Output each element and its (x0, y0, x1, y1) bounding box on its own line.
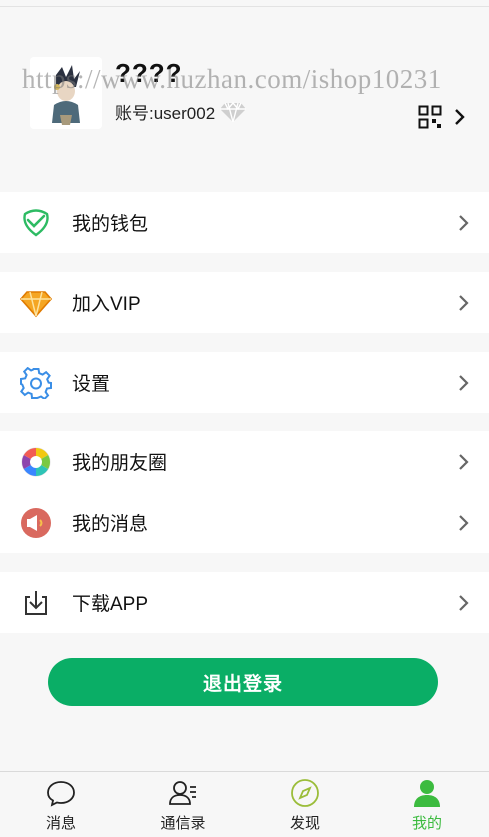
menu-item-label: 我的朋友圈 (72, 453, 168, 474)
gear-icon (20, 367, 52, 399)
menu-item-label: 我的钱包 (72, 214, 149, 235)
menu-item-moments[interactable]: 我的朋友圈 (0, 431, 489, 492)
menu-item-messages[interactable]: 我的消息 (0, 492, 489, 553)
menu-item-wallet[interactable]: 我的钱包 (0, 192, 489, 253)
menu-item-label: 下载APP (72, 594, 149, 615)
qr-code-entry[interactable] (418, 103, 468, 131)
chevron-right-icon (459, 595, 469, 611)
message-icon (21, 508, 51, 538)
chevron-right-icon (459, 295, 469, 311)
chat-bubble-icon (47, 781, 75, 807)
chevron-right-icon (459, 375, 469, 391)
logout-button[interactable]: 退出登录 (48, 658, 438, 706)
person-icon (414, 780, 440, 807)
chevron-right-icon (455, 109, 465, 125)
qr-code-icon (418, 105, 442, 129)
vip-diamond-icon (20, 291, 52, 318)
tab-label: 发现 (289, 815, 320, 832)
menu-item-label: 我的消息 (72, 514, 149, 535)
bottom-tab-bar: 消息 通信录 发现 我的 (0, 771, 489, 837)
moments-icon (21, 447, 51, 477)
diamond-icon (220, 101, 247, 122)
tab-contacts[interactable]: 通信录 (122, 772, 244, 837)
tab-discover[interactable]: 发现 (244, 772, 366, 837)
tab-me[interactable]: 我的 (366, 772, 488, 837)
chevron-right-icon (459, 454, 469, 470)
contacts-icon (169, 781, 196, 805)
compass-icon (291, 779, 319, 807)
menu-item-label: 设置 (72, 374, 111, 395)
avatar-image (30, 57, 102, 129)
download-icon (25, 591, 47, 615)
menu-item-settings[interactable]: 设置 (0, 352, 489, 413)
avatar[interactable] (30, 57, 102, 129)
account-row: 账号:user002 (115, 99, 247, 124)
wallet-icon (23, 209, 49, 237)
tab-label: 通信录 (160, 815, 206, 832)
nickname: ???? (115, 58, 183, 88)
chevron-right-icon (459, 215, 469, 231)
tab-messages[interactable]: 消息 (0, 772, 122, 837)
menu-item-label: 加入VIP (72, 294, 141, 315)
menu-item-vip[interactable]: 加入VIP (0, 272, 489, 333)
tab-label: 我的 (411, 815, 442, 832)
account-id: 账号:user002 (115, 104, 216, 123)
chevron-right-icon (459, 515, 469, 531)
menu-item-download-app[interactable]: 下载APP (0, 572, 489, 633)
tab-label: 消息 (45, 815, 76, 832)
